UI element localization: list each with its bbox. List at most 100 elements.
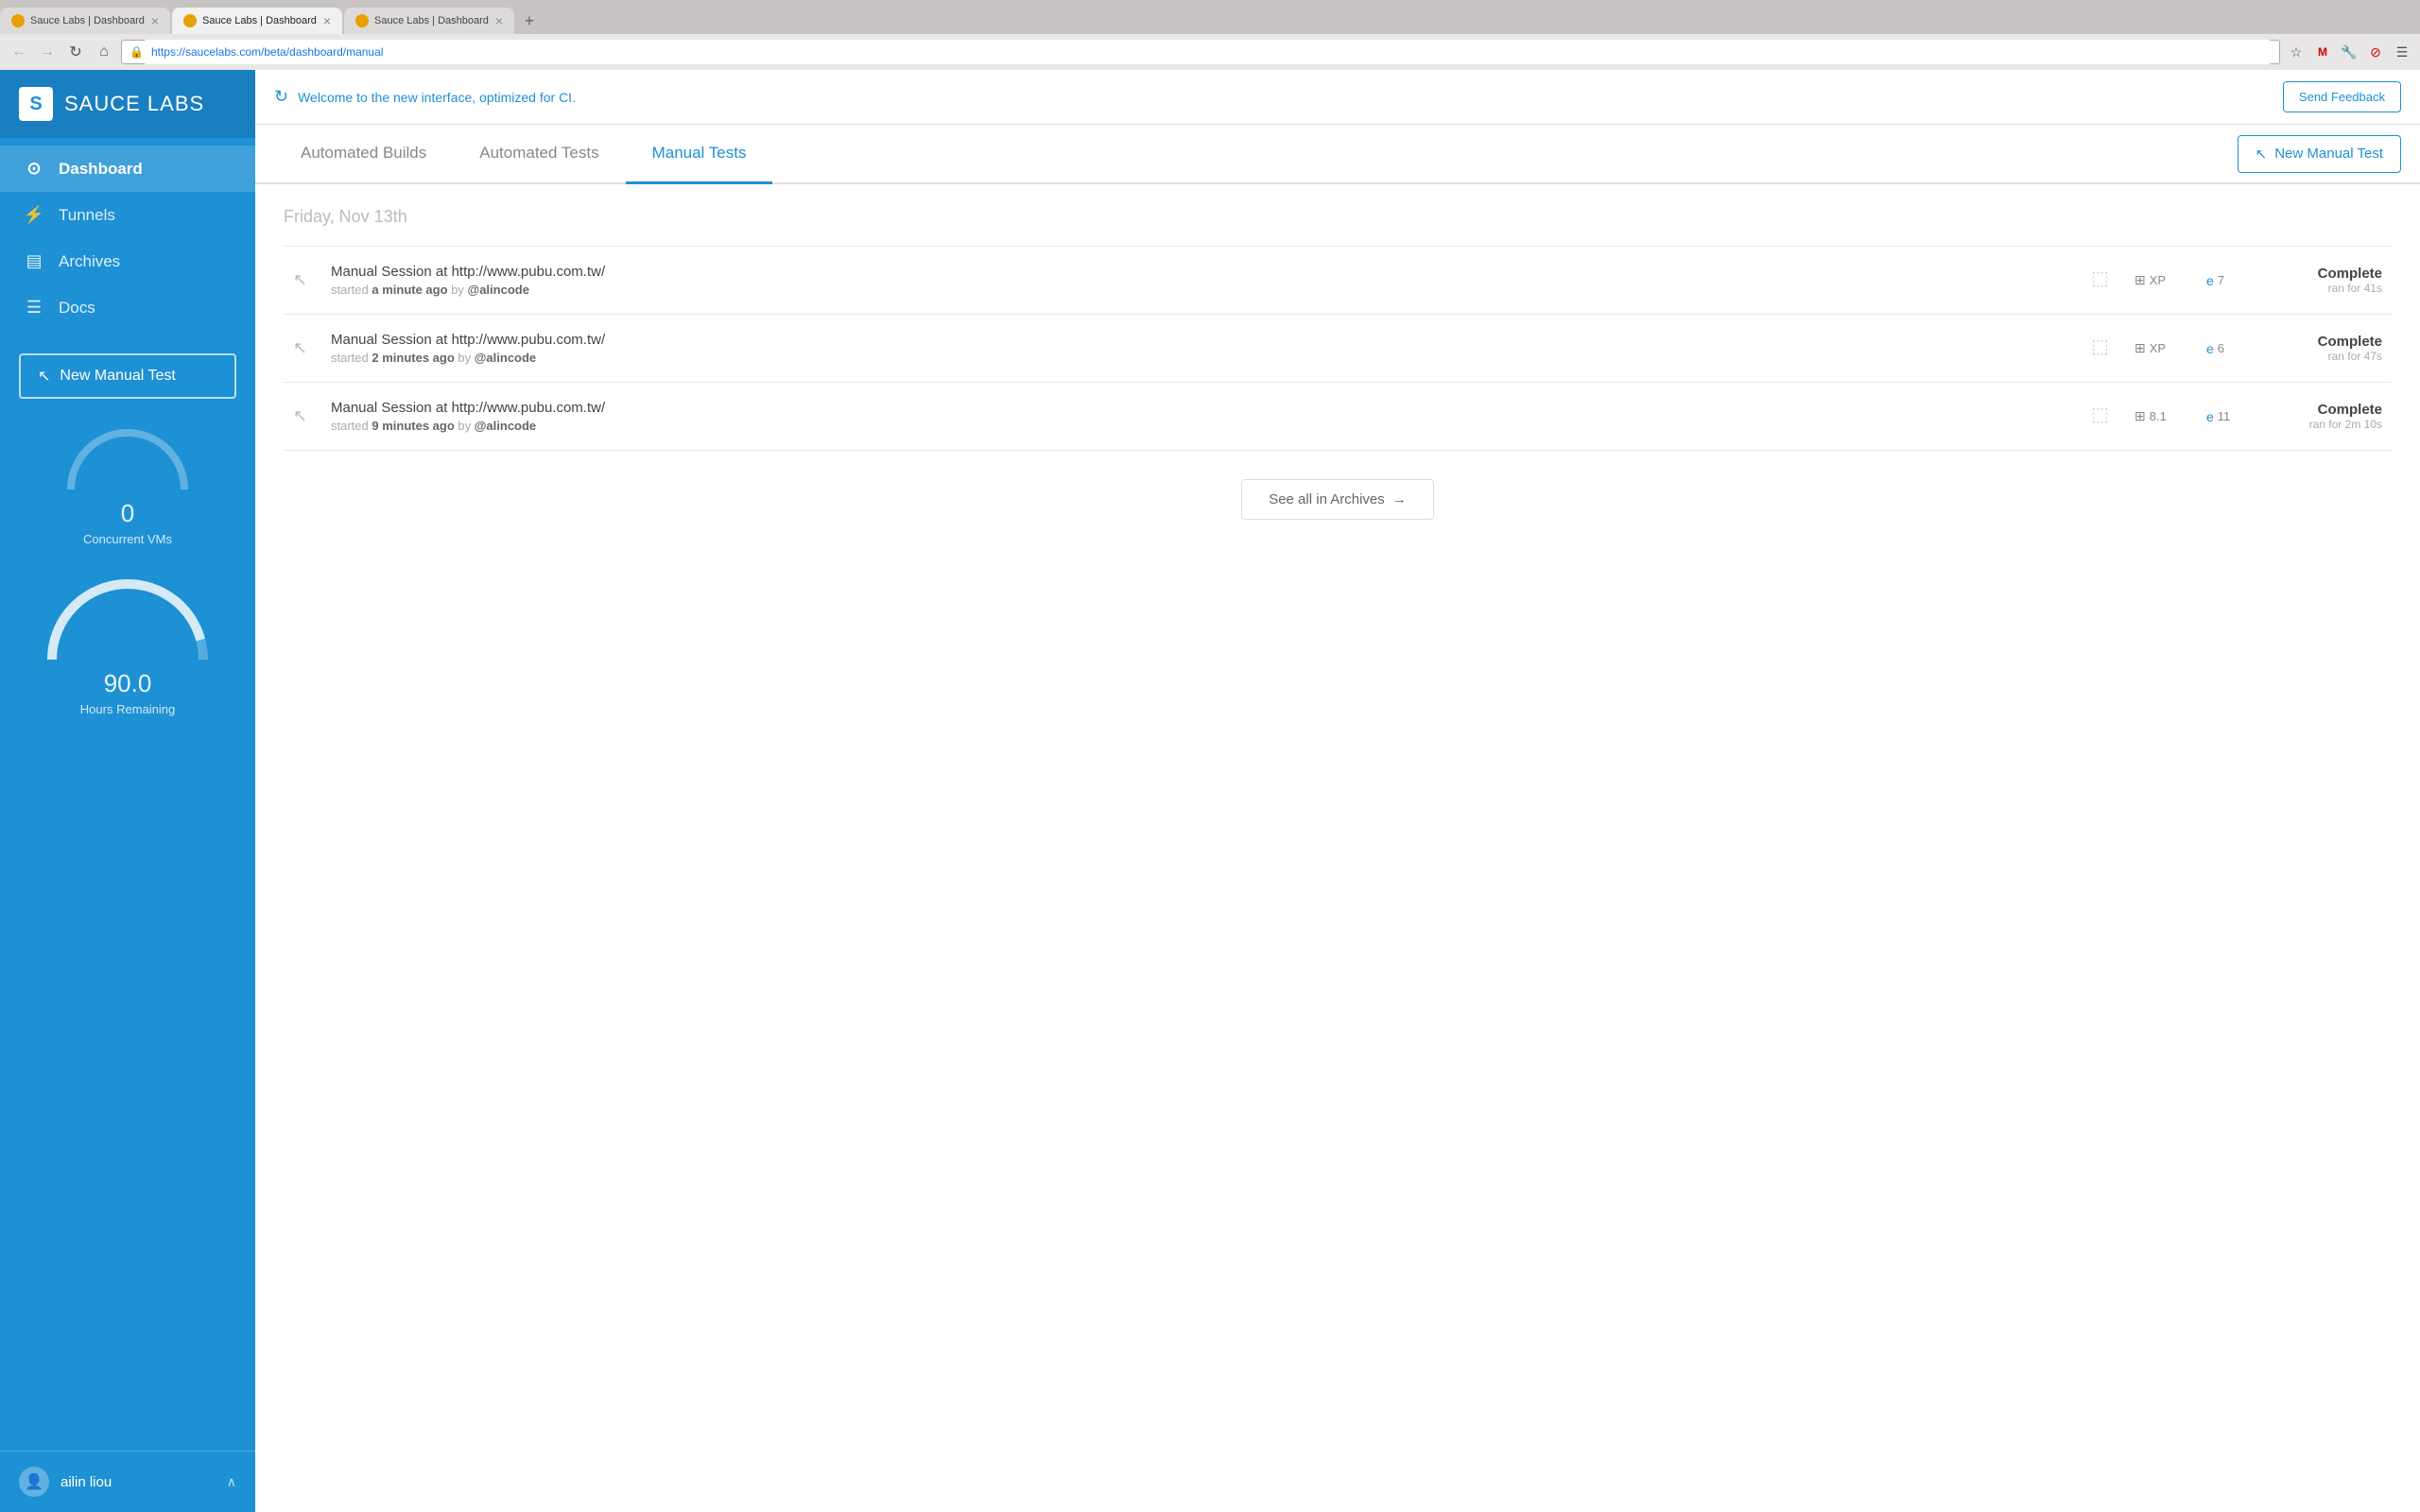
home-button[interactable]: ⌂ — [93, 41, 115, 63]
session-by: @alincode — [475, 351, 536, 365]
logo-icon: S — [19, 87, 53, 121]
tab-3-title: Sauce Labs | Dashboard — [374, 15, 490, 26]
tab-1-title: Sauce Labs | Dashboard — [30, 15, 146, 26]
new-tab-button[interactable]: + — [516, 8, 543, 34]
sidebar-item-tunnels-label: Tunnels — [59, 206, 115, 225]
reload-button[interactable]: ↻ — [64, 41, 87, 63]
sidebar-item-docs[interactable]: ☰ Docs — [0, 284, 255, 331]
forward-button[interactable]: → — [36, 41, 59, 63]
session-os-2: ⊞ XP — [2135, 340, 2191, 356]
tab-1[interactable]: Sauce Labs | Dashboard × — [0, 8, 170, 34]
sidebar-item-archives[interactable]: ▤ Archives — [0, 238, 255, 284]
session-status-label-2: Complete — [2269, 334, 2382, 350]
sidebar-nav: ⊙ Dashboard ⚡ Tunnels ▤ Archives ☰ Docs — [0, 138, 255, 338]
tab-manual-tests[interactable]: Manual Tests — [626, 125, 773, 184]
session-row: ↖ Manual Session at http://www.pubu.com.… — [284, 383, 2392, 451]
notification-icon: ↻ — [274, 87, 288, 107]
tab-1-close[interactable]: × — [151, 13, 159, 28]
concurrent-vms-label: Concurrent VMs — [0, 532, 255, 546]
session-info-3: Manual Session at http://www.pubu.com.tw… — [331, 400, 2076, 433]
tab-2[interactable]: Sauce Labs | Dashboard × — [172, 8, 342, 34]
session-row: ↖ Manual Session at http://www.pubu.com.… — [284, 247, 2392, 315]
windows-icon-2: ⊞ — [2135, 340, 2146, 356]
menu-icon[interactable]: ☰ — [2392, 42, 2412, 62]
concurrent-vms-svg — [52, 414, 203, 499]
logo-text: sauce labs — [64, 92, 204, 116]
see-all-archives-button[interactable]: See all in Archives → — [1241, 479, 1434, 520]
session-started: a minute ago — [372, 283, 447, 297]
concurrent-vms-value: 0 — [0, 499, 255, 528]
date-header: Friday, Nov 13th — [284, 207, 2392, 227]
session-started: 9 minutes ago — [372, 419, 454, 433]
sidebar-new-manual-test-button[interactable]: ↖ New Manual Test — [19, 353, 236, 399]
sidebar-item-tunnels[interactable]: ⚡ Tunnels — [0, 192, 255, 238]
session-info-2: Manual Session at http://www.pubu.com.tw… — [331, 332, 2076, 365]
tunnels-icon: ⚡ — [23, 205, 45, 225]
extension-icon-1[interactable]: 🔧 — [2339, 42, 2360, 62]
session-meta-2: started 2 minutes ago by @alincode — [331, 351, 2076, 365]
session-duration-1: ran for 41s — [2269, 282, 2382, 295]
main-new-manual-test-button[interactable]: ↖ New Manual Test — [2238, 135, 2401, 173]
tab-automated-tests[interactable]: Automated Tests — [453, 125, 625, 184]
tabs-row: Automated Builds Automated Tests Manual … — [255, 125, 2420, 184]
windows-icon-3: ⊞ — [2135, 408, 2146, 424]
ie-icon-1: e — [2206, 273, 2214, 288]
session-browser-version-1: 7 — [2218, 273, 2224, 287]
send-feedback-button[interactable]: Send Feedback — [2283, 81, 2401, 112]
bookmark-icon[interactable]: ☆ — [2286, 42, 2307, 62]
user-avatar: 👤 — [19, 1467, 49, 1497]
cursor-icon-main: ↖ — [2256, 146, 2268, 163]
session-os-3: ⊞ 8.1 — [2135, 408, 2191, 424]
concurrent-vms-gauge: 0 Concurrent VMs — [0, 414, 255, 546]
tab-1-favicon — [11, 14, 25, 27]
address-input[interactable] — [144, 40, 2272, 64]
tab-2-close[interactable]: × — [323, 13, 331, 28]
session-thumb-1: ⬚ — [2091, 266, 2119, 295]
tab-3[interactable]: Sauce Labs | Dashboard × — [344, 8, 514, 34]
session-by: @alincode — [468, 283, 529, 297]
session-status-label-3: Complete — [2269, 402, 2382, 418]
session-os-label-2: XP — [2150, 341, 2166, 355]
session-by: @alincode — [475, 419, 536, 433]
back-button[interactable]: ← — [8, 41, 30, 63]
session-cursor-icon-2: ↖ — [293, 338, 316, 358]
extension-icon-2[interactable]: ⊘ — [2365, 42, 2386, 62]
tab-3-favicon — [355, 14, 369, 27]
session-status-3: Complete ran for 2m 10s — [2269, 402, 2382, 431]
tab-3-close[interactable]: × — [495, 13, 503, 28]
sidebar: S sauce labs ⊙ Dashboard ⚡ Tunnels ▤ Arc… — [0, 70, 255, 1512]
archives-icon: ▤ — [23, 251, 45, 271]
session-os-label-1: XP — [2150, 273, 2166, 287]
docs-icon: ☰ — [23, 298, 45, 318]
gmail-icon[interactable]: M — [2312, 42, 2333, 62]
ssl-lock-icon: 🔒 — [130, 45, 144, 59]
ie-icon-3: e — [2206, 409, 2214, 424]
sidebar-item-archives-label: Archives — [59, 252, 120, 271]
sidebar-item-dashboard[interactable]: ⊙ Dashboard — [0, 146, 255, 192]
ie-icon-2: e — [2206, 341, 2214, 356]
session-browser-3: e 11 — [2206, 409, 2254, 424]
tab-automated-builds[interactable]: Automated Builds — [274, 125, 453, 184]
session-status-1: Complete ran for 41s — [2269, 266, 2382, 295]
windows-icon-1: ⊞ — [2135, 272, 2146, 288]
dashboard-icon: ⊙ — [23, 159, 45, 179]
session-url-3: Manual Session at http://www.pubu.com.tw… — [331, 400, 2076, 416]
content-area: Friday, Nov 13th ↖ Manual Session at htt… — [255, 184, 2420, 1512]
session-browser-version-3: 11 — [2218, 409, 2231, 423]
session-row: ↖ Manual Session at http://www.pubu.com.… — [284, 315, 2392, 383]
chevron-up-icon: ∧ — [227, 1474, 236, 1490]
hours-remaining-label: Hours Remaining — [0, 702, 255, 716]
sidebar-logo: S sauce labs — [0, 70, 255, 138]
session-url-1: Manual Session at http://www.pubu.com.tw… — [331, 264, 2076, 280]
session-browser-1: e 7 — [2206, 273, 2254, 288]
hours-remaining-value: 90.0 — [0, 669, 255, 698]
tab-2-title: Sauce Labs | Dashboard — [202, 15, 318, 26]
main-new-manual-test-label: New Manual Test — [2274, 146, 2383, 162]
notification-text: Welcome to the new interface, optimized … — [298, 90, 2273, 105]
sidebar-new-btn-area: ↖ New Manual Test — [0, 338, 255, 414]
sidebar-footer[interactable]: 👤 ailin liou ∧ — [0, 1451, 255, 1512]
session-os-1: ⊞ XP — [2135, 272, 2191, 288]
notification-bar: ↻ Welcome to the new interface, optimize… — [255, 70, 2420, 125]
see-all-row: See all in Archives → — [284, 451, 2392, 548]
user-name: ailin liou — [60, 1474, 216, 1490]
